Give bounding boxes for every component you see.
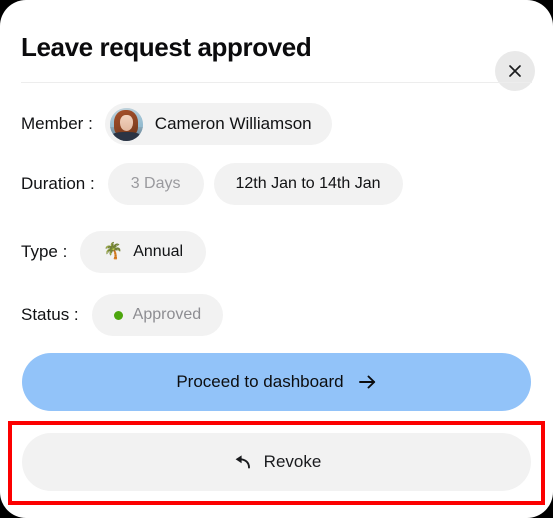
avatar: [109, 107, 143, 141]
arrow-right-icon: [358, 374, 377, 390]
duration-label: Duration :: [21, 174, 95, 193]
proceed-to-dashboard-label: Proceed to dashboard: [176, 372, 344, 391]
type-label: Type :: [21, 242, 68, 261]
type-value-pill: 🌴 Annual: [80, 231, 207, 273]
detail-row-member: Member : Cameron Williamson: [21, 103, 332, 145]
proceed-to-dashboard-button[interactable]: Proceed to dashboard: [22, 353, 531, 411]
status-value: Approved: [132, 306, 202, 323]
leave-request-dialog: Leave request approved Member : Cameron …: [0, 0, 553, 518]
member-name: Cameron Williamson: [154, 114, 312, 133]
status-dot-icon: [113, 310, 123, 320]
detail-row-type: Type : 🌴 Annual: [21, 231, 207, 273]
close-icon: [507, 63, 523, 79]
undo-arrow-icon: [232, 454, 252, 470]
page-title: Leave request approved: [21, 32, 312, 62]
dialog-header: Leave request approved: [0, 22, 553, 91]
revoke-label: Revoke: [263, 452, 322, 471]
member-value-pill: Cameron Williamson: [104, 103, 332, 145]
detail-row-duration: Duration : 3 Days 12th Jan to 14th Jan: [21, 163, 403, 205]
type-value: Annual: [133, 243, 184, 260]
duration-days-pill: 3 Days: [107, 163, 204, 205]
member-label: Member :: [21, 114, 93, 133]
detail-row-status: Status : Approved: [21, 294, 224, 336]
close-button[interactable]: [495, 51, 535, 91]
palm-tree-icon: 🌴: [103, 243, 124, 260]
status-badge: Approved: [91, 294, 224, 336]
header-divider: [21, 82, 532, 83]
duration-dates-pill: 12th Jan to 14th Jan: [213, 163, 403, 205]
status-label: Status :: [21, 305, 79, 324]
revoke-button[interactable]: Revoke: [22, 433, 531, 491]
